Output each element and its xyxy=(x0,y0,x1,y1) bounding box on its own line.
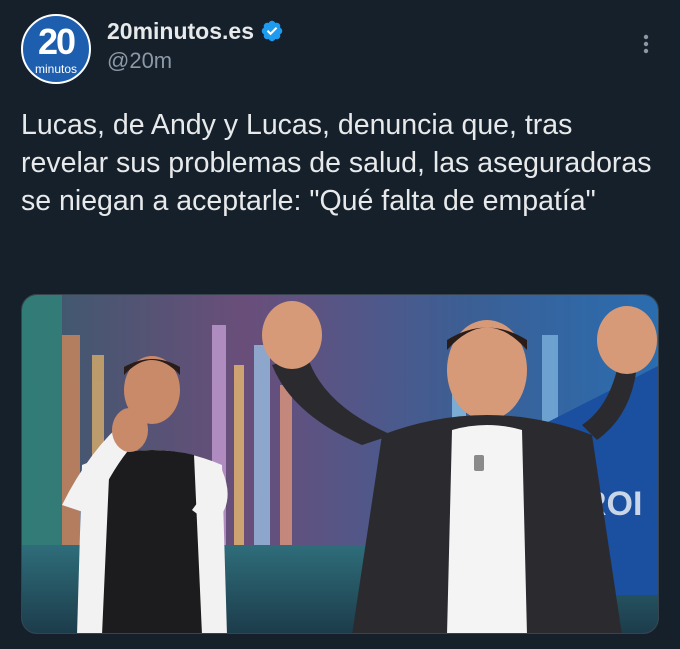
tweet-text: Lucas, de Andy y Lucas, denuncia que, tr… xyxy=(21,109,652,217)
account-handle[interactable]: @20m xyxy=(107,48,284,74)
tweet-card[interactable]: 20 minutos 20minutos.es @20m Lucas, de A… xyxy=(0,0,680,649)
tweet-media-photo[interactable]: ROI 18 xyxy=(21,294,659,634)
photo-illustration: ROI 18 xyxy=(22,295,658,633)
account-avatar[interactable]: 20 minutos xyxy=(21,14,91,84)
avatar-logo-number: 20 xyxy=(37,21,76,62)
tweet-header: 20 minutos 20minutos.es @20m xyxy=(21,14,659,88)
display-name[interactable]: 20minutos.es xyxy=(107,18,254,45)
avatar-logo-word: minutos xyxy=(34,62,78,76)
name-row: 20minutos.es xyxy=(107,16,284,46)
more-options-icon[interactable] xyxy=(636,32,656,56)
verified-badge-icon xyxy=(261,20,283,42)
account-names: 20minutos.es @20m xyxy=(107,14,284,74)
